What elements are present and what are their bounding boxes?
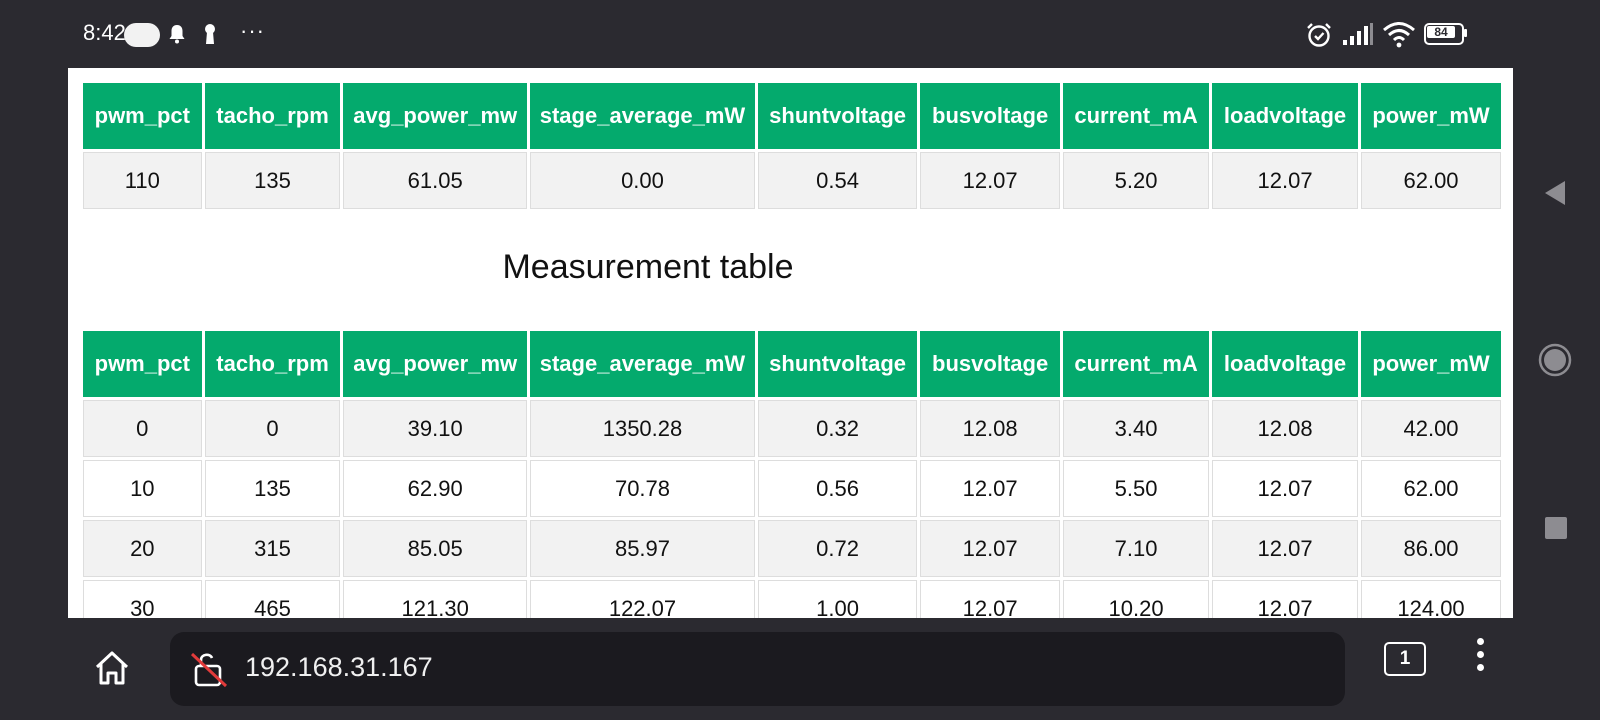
table-cell: 315 <box>204 520 341 577</box>
column-header-stage-average-mw: stage_average_mW <box>529 83 756 149</box>
table-cell: 62.00 <box>1361 460 1501 517</box>
table-cell: 3.40 <box>1063 400 1210 457</box>
table-row: 0 0 39.10 1350.28 0.32 12.08 3.40 12.08 42.00 <box>83 400 1501 457</box>
table-cell: 122.07 <box>529 580 756 618</box>
table-cell: 10 <box>83 460 202 517</box>
table-cell: 135 <box>204 460 341 517</box>
status-time: 8:42 <box>83 20 126 45</box>
table-cell: 85.05 <box>343 520 527 577</box>
table-cell: 20 <box>83 520 202 577</box>
table-cell: 465 <box>204 580 341 618</box>
table-cell: 12.07 <box>920 460 1061 517</box>
status-bar: 8:42 ··· 84 <box>0 0 1600 68</box>
table-cell: 0 <box>204 400 341 457</box>
recents-square-icon[interactable] <box>1545 517 1567 539</box>
column-header-tacho-rpm: tacho_rpm <box>204 83 341 149</box>
table-cell: 12.07 <box>920 520 1061 577</box>
table-cell: 12.08 <box>920 400 1061 457</box>
table-cell: 7.10 <box>1063 520 1210 577</box>
browser-toolbar: 192.168.31.167 1 <box>0 618 1600 720</box>
more-notifications-icon: ··· <box>240 18 265 43</box>
table-cell: 135 <box>204 152 341 209</box>
home-circle-icon[interactable] <box>1538 343 1572 377</box>
table-row: 20 315 85.05 85.97 0.72 12.07 7.10 12.07 86.00 <box>83 520 1501 577</box>
table-cell: 12.07 <box>1212 580 1359 618</box>
table-row: 30 465 121.30 122.07 1.00 12.07 10.20 12.07 124.… <box>83 580 1501 618</box>
column-header-shuntvoltage: shuntvoltage <box>758 331 918 397</box>
column-header-avg-power-mw: avg_power_mw <box>343 83 527 149</box>
table-cell: 70.78 <box>529 460 756 517</box>
column-header-pwm-pct: pwm_pct <box>83 83 202 149</box>
column-header-stage-average-mw: stage_average_mW <box>529 331 756 397</box>
column-header-loadvoltage: loadvoltage <box>1212 83 1359 149</box>
table-cell: 0.54 <box>758 152 918 209</box>
table-row: 110 135 61.05 0.00 0.54 12.07 5.20 12.07 62.00 <box>83 152 1501 209</box>
table-cell: 124.00 <box>1361 580 1501 618</box>
column-header-loadvoltage: loadvoltage <box>1212 331 1359 397</box>
url-text[interactable]: 192.168.31.167 <box>245 652 433 683</box>
table-cell: 61.05 <box>343 152 527 209</box>
table-cell: 39.10 <box>343 400 527 457</box>
keyhole-icon <box>205 24 215 44</box>
table-cell: 86.00 <box>1361 520 1501 577</box>
measurement-table: pwm_pct tacho_rpm avg_power_mw stage_averag… <box>80 328 1504 618</box>
table-header-row: pwm_pct tacho_rpm avg_power_mw stage_averag… <box>83 83 1501 149</box>
table-cell: 85.97 <box>529 520 756 577</box>
column-header-power-mw: power_mW <box>1361 331 1501 397</box>
table-cell: 62.00 <box>1361 152 1501 209</box>
alarm-icon <box>1307 23 1331 47</box>
column-header-busvoltage: busvoltage <box>920 83 1061 149</box>
column-header-shuntvoltage: shuntvoltage <box>758 83 918 149</box>
notification-pill-icon <box>124 23 160 47</box>
column-header-tacho-rpm: tacho_rpm <box>204 331 341 397</box>
column-header-power-mw: power_mW <box>1361 83 1501 149</box>
battery-level: 84 <box>1434 25 1448 39</box>
current-reading-table: pwm_pct tacho_rpm avg_power_mw stage_averag… <box>80 80 1504 212</box>
tabs-button[interactable]: 1 <box>1384 642 1426 676</box>
home-icon[interactable] <box>92 648 132 688</box>
wifi-icon <box>1383 22 1415 48</box>
overflow-menu-icon[interactable] <box>1470 638 1490 678</box>
table-cell: 12.07 <box>1212 520 1359 577</box>
table-cell: 30 <box>83 580 202 618</box>
table-cell: 12.07 <box>920 152 1061 209</box>
column-header-avg-power-mw: avg_power_mw <box>343 331 527 397</box>
unlocked-insecure-icon[interactable] <box>190 650 228 688</box>
table-cell: 121.30 <box>343 580 527 618</box>
table-cell: 12.07 <box>1212 460 1359 517</box>
bell-icon <box>169 25 185 44</box>
table-cell: 110 <box>83 152 202 209</box>
web-page: pwm_pct tacho_rpm avg_power_mw stage_averag… <box>68 68 1513 618</box>
table-cell: 42.00 <box>1361 400 1501 457</box>
table-cell: 0.72 <box>758 520 918 577</box>
table-cell: 0.32 <box>758 400 918 457</box>
table-cell: 12.07 <box>920 580 1061 618</box>
column-header-busvoltage: busvoltage <box>920 331 1061 397</box>
measurement-table-title: Measurement table <box>502 248 794 286</box>
table-header-row: pwm_pct tacho_rpm avg_power_mw stage_averag… <box>83 331 1501 397</box>
table-cell: 62.90 <box>343 460 527 517</box>
signal-icon <box>1343 23 1373 45</box>
table-row: 10 135 62.90 70.78 0.56 12.07 5.50 12.07 62.00 <box>83 460 1501 517</box>
table-cell: 10.20 <box>1063 580 1210 618</box>
address-bar[interactable]: 192.168.31.167 <box>170 632 1345 706</box>
column-header-pwm-pct: pwm_pct <box>83 331 202 397</box>
table-cell: 5.20 <box>1063 152 1210 209</box>
back-triangle-icon[interactable] <box>1543 180 1567 206</box>
battery-icon: 84 <box>1424 23 1468 45</box>
table-cell: 1.00 <box>758 580 918 618</box>
table-cell: 0.56 <box>758 460 918 517</box>
column-header-current-ma: current_mA <box>1063 83 1210 149</box>
table-cell: 12.08 <box>1212 400 1359 457</box>
column-header-current-ma: current_mA <box>1063 331 1210 397</box>
table-cell: 12.07 <box>1212 152 1359 209</box>
table-cell: 0.00 <box>529 152 756 209</box>
table-cell: 0 <box>83 400 202 457</box>
table-cell: 1350.28 <box>529 400 756 457</box>
table-cell: 5.50 <box>1063 460 1210 517</box>
